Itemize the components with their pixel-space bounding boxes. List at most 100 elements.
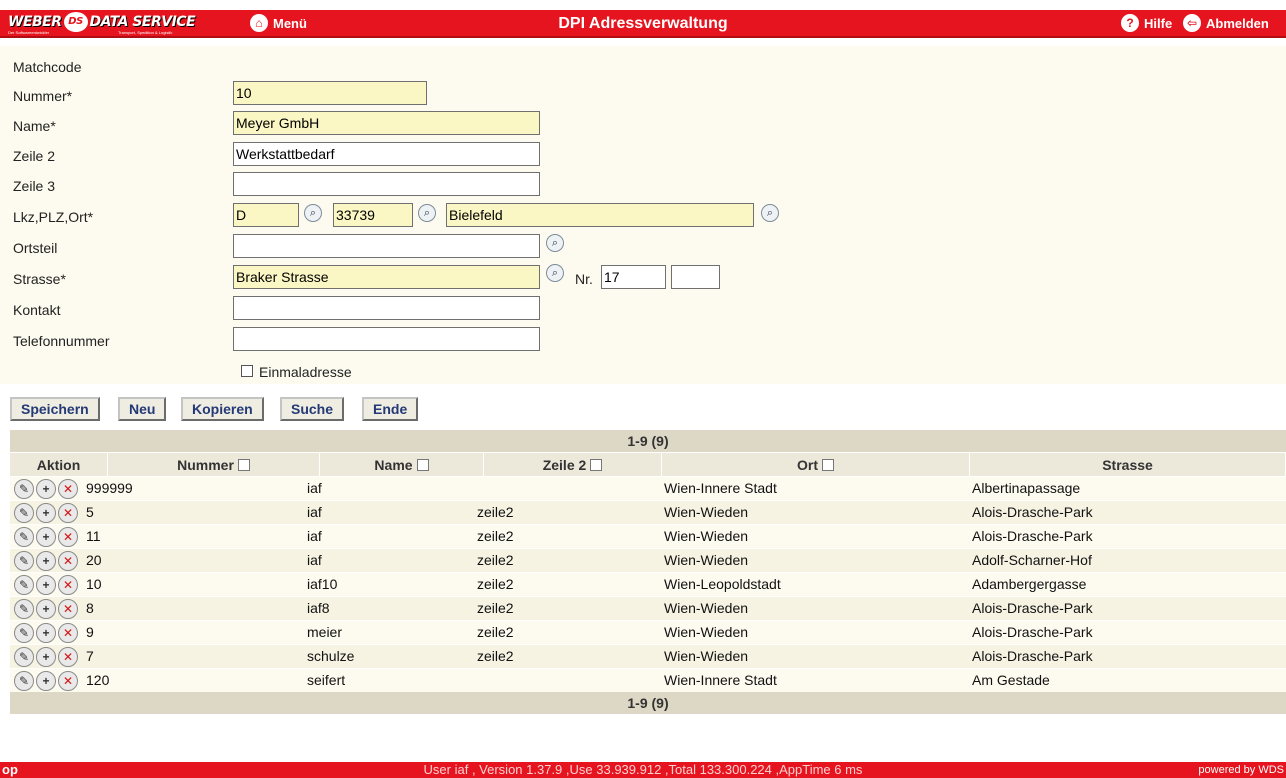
edit-icon[interactable]: ✎ [14, 647, 34, 667]
edit-icon[interactable]: ✎ [14, 599, 34, 619]
table-row: ✎ + ✕ 5 iaf zeile2 Wien-Wieden Alois-Drasche-Pa… [10, 500, 1286, 524]
cell-strasse: Alois-Drasche-Park [972, 624, 1093, 640]
address-form: Matchcode Nummer* 10 Name* Meyer GmbH Ze… [0, 46, 1286, 384]
column-ort[interactable]: Ort [662, 453, 970, 477]
sort-checkbox[interactable] [237, 459, 250, 471]
cell-strasse: Adambergergasse [972, 576, 1087, 592]
table-row: ✎ + ✕ 7 schulze zeile2 Wien-Wieden Alois-Drasch… [10, 644, 1286, 668]
add-icon[interactable]: + [36, 479, 56, 499]
column-aktion: Aktion [10, 453, 108, 477]
new-button[interactable]: Neu [118, 397, 167, 421]
nr-zusatz-input[interactable] [671, 265, 720, 289]
cell-ort: Wien-Wieden [664, 600, 749, 616]
column-zeile2[interactable]: Zeile 2 [484, 453, 662, 477]
cell-zeile2: zeile2 [477, 624, 514, 640]
nummer-input[interactable]: 10 [233, 81, 427, 105]
cell-ort: Wien-Innere Stadt [664, 672, 777, 688]
delete-icon[interactable]: ✕ [58, 623, 78, 643]
cell-strasse: Alois-Drasche-Park [972, 504, 1093, 520]
zeile3-input[interactable] [233, 172, 540, 196]
add-icon[interactable]: + [36, 623, 56, 643]
help-button[interactable]: ? Hilfe [1121, 14, 1172, 32]
cell-ort: Wien-Innere Stadt [664, 480, 777, 496]
sort-checkbox[interactable] [590, 459, 603, 471]
sort-checkbox[interactable] [822, 459, 834, 471]
button-bar: Speichern Neu Kopieren Suche Ende [0, 384, 1286, 428]
cell-name: iaf [307, 528, 322, 544]
add-icon[interactable]: + [36, 671, 56, 691]
cell-nummer: 11 [86, 528, 101, 544]
edit-icon[interactable]: ✎ [14, 503, 34, 523]
search-button[interactable]: Suche [280, 397, 345, 421]
cell-strasse: Albertinapassage [972, 480, 1081, 496]
add-icon[interactable]: + [36, 599, 56, 619]
plz-search-icon[interactable]: ⌕ [416, 203, 438, 223]
cell-nummer: 8 [86, 600, 94, 616]
cell-name: seifert [307, 672, 346, 688]
delete-icon[interactable]: ✕ [58, 527, 78, 547]
table-pager-bottom[interactable]: 1-9 (9) [10, 692, 1286, 714]
lkz-plz-ort-label: Lkz,PLZ,Ort* [13, 209, 94, 225]
add-icon[interactable]: + [36, 575, 56, 595]
edit-icon[interactable]: ✎ [14, 479, 34, 499]
column-name[interactable]: Name [320, 453, 484, 477]
delete-icon[interactable]: ✕ [58, 599, 78, 619]
cell-name: iaf [307, 480, 322, 496]
delete-icon[interactable]: ✕ [58, 551, 78, 571]
table-row: ✎ + ✕ 11 iaf zeile2 Wien-Wieden Alois-Drasche-P… [10, 524, 1286, 548]
address-table: 1-9 (9) Aktion Nummer Name Zeile 2 Ort S… [10, 430, 1286, 714]
edit-icon[interactable]: ✎ [14, 575, 34, 595]
table-row: ✎ + ✕ 9 meier zeile2 Wien-Wieden Alois-Drasche-… [10, 620, 1286, 644]
lkz-search-icon[interactable]: ⌕ [302, 203, 324, 223]
name-label: Name* [13, 118, 56, 134]
ortsteil-search-icon[interactable]: ⌕ [544, 233, 566, 253]
cell-name: schulze [307, 648, 355, 664]
strasse-input[interactable]: Braker Strasse [233, 265, 540, 289]
column-nummer[interactable]: Nummer [108, 453, 320, 477]
ort-input[interactable]: Bielefeld [446, 203, 754, 227]
edit-icon[interactable]: ✎ [14, 527, 34, 547]
edit-icon[interactable]: ✎ [14, 671, 34, 691]
kontakt-input[interactable] [233, 296, 540, 320]
add-icon[interactable]: + [36, 551, 56, 571]
cell-strasse: Am Gestade [972, 672, 1050, 688]
name-input[interactable]: Meyer GmbH [233, 111, 540, 135]
ortsteil-input[interactable] [233, 234, 540, 258]
delete-icon[interactable]: ✕ [58, 671, 78, 691]
sort-checkbox[interactable] [416, 459, 429, 471]
copy-button[interactable]: Kopieren [181, 397, 264, 421]
add-icon[interactable]: + [36, 503, 56, 523]
table-row: ✎ + ✕ 8 iaf8 zeile2 Wien-Wieden Alois-Drasche-P… [10, 596, 1286, 620]
page-title: DPI Adressverwaltung [558, 15, 728, 32]
edit-icon[interactable]: ✎ [14, 551, 34, 571]
strasse-search-icon[interactable]: ⌕ [544, 263, 566, 283]
delete-icon[interactable]: ✕ [58, 647, 78, 667]
delete-icon[interactable]: ✕ [58, 575, 78, 595]
cell-strasse: Alois-Drasche-Park [972, 648, 1093, 664]
cell-name: iaf [307, 504, 322, 520]
einmaladresse-label: Einmaladresse [259, 364, 352, 380]
header-bar: WEBER DS DATA SERVICE Der Softwareentwickl… [0, 10, 1286, 38]
table-pager-top[interactable]: 1-9 (9) [10, 430, 1286, 452]
cell-ort: Wien-Leopoldstadt [664, 576, 781, 592]
add-icon[interactable]: + [36, 647, 56, 667]
edit-icon[interactable]: ✎ [14, 623, 34, 643]
plz-input[interactable]: 33739 [333, 203, 413, 227]
einmaladresse-checkbox[interactable] [241, 365, 253, 377]
lkz-input[interactable]: D [233, 203, 299, 227]
add-icon[interactable]: + [36, 527, 56, 547]
save-button[interactable]: Speichern [10, 397, 100, 421]
strasse-label: Strasse* [13, 271, 66, 287]
nr-input[interactable]: 17 [601, 265, 666, 289]
delete-icon[interactable]: ✕ [58, 503, 78, 523]
ort-search-icon[interactable]: ⌕ [759, 203, 781, 223]
status-text: User iaf , Version 1.37.9 ,Use 33.939.91… [423, 762, 863, 777]
delete-icon[interactable]: ✕ [58, 479, 78, 499]
cell-nummer: 5 [86, 504, 94, 520]
table-row: ✎ + ✕ 999999 iaf Wien-Innere Stadt Albertinapa… [10, 476, 1286, 500]
telefon-input[interactable] [233, 327, 540, 351]
end-button[interactable]: Ende [362, 397, 419, 421]
cell-zeile2: zeile2 [477, 528, 514, 544]
zeile2-input[interactable]: Werkstattbedarf [233, 142, 540, 166]
logout-button[interactable]: ⇦ Abmelden [1183, 14, 1269, 32]
